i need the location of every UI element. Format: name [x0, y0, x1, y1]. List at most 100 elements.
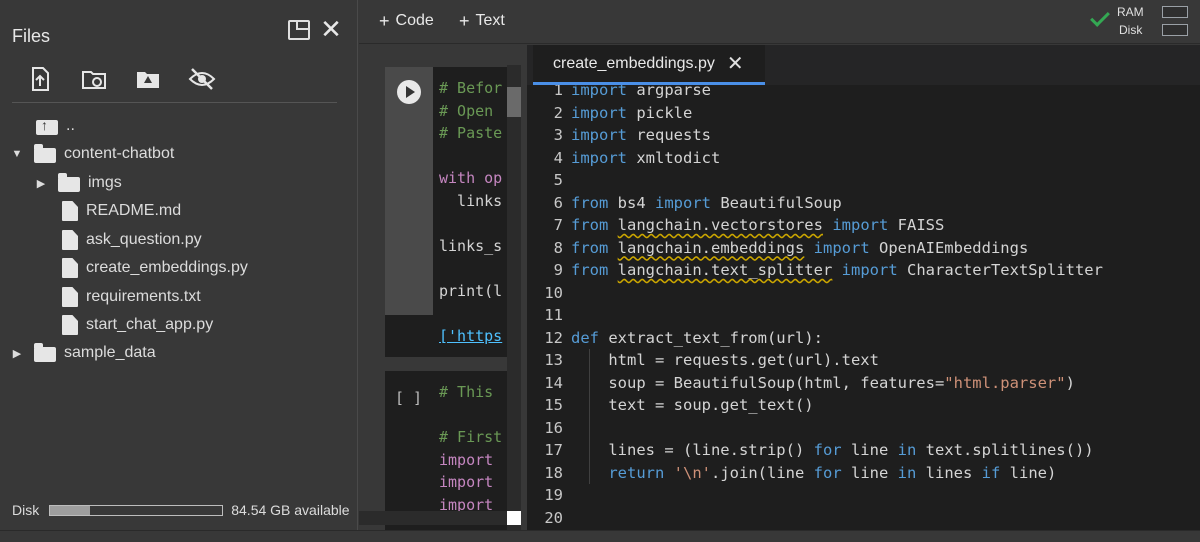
code-text[interactable]: import argparse [571, 85, 711, 102]
connected-check-icon[interactable] [1090, 7, 1110, 27]
tree-item-parent[interactable]: .. [12, 112, 75, 140]
hide-files-button[interactable] [188, 64, 242, 94]
output-link[interactable]: ['https [439, 327, 502, 345]
hide-files-icon [188, 68, 216, 90]
code-text[interactable]: import xmltodict [571, 147, 720, 170]
tree-item-imgs[interactable]: ▶ imgs [34, 169, 122, 197]
disk-resource-bar[interactable] [1162, 24, 1188, 36]
add-code-label: Code [395, 12, 434, 29]
cell-code[interactable]: # Befor # Open # Paste with op links lin… [439, 77, 502, 302]
line-number: 1 [553, 85, 563, 99]
code-text[interactable]: return '\n'.join(line for line in lines … [571, 462, 1056, 485]
code-line[interactable]: 9 from langchain.text_splitter import Cha… [527, 259, 1200, 282]
code-text[interactable]: from langchain.vectorstores import FAISS [571, 214, 944, 237]
run-cell-icon[interactable] [397, 80, 421, 104]
file-icon [62, 315, 78, 335]
code-text[interactable]: import requests [571, 124, 711, 147]
line-number: 14 [544, 373, 563, 392]
line-number: 9 [553, 261, 563, 279]
file-icon [62, 201, 78, 221]
add-text-button[interactable]: + Text [459, 12, 505, 30]
code-line[interactable]: 19 [527, 484, 1200, 507]
code-line[interactable]: 1 import argparse [527, 85, 1200, 102]
editor-tab[interactable]: create_embeddings.py ✕ [533, 45, 765, 85]
line-number: 20 [544, 508, 563, 527]
code-cell[interactable]: # Befor # Open # Paste with op links lin… [385, 67, 509, 357]
mount-drive-button[interactable] [134, 64, 188, 94]
close-tab-icon[interactable]: ✕ [727, 51, 744, 76]
plus-icon: + [379, 11, 390, 31]
line-number: 16 [544, 418, 563, 437]
line-number: 5 [553, 171, 563, 189]
add-code-button[interactable]: + Code [379, 12, 434, 30]
execution-count: [ ] [395, 389, 423, 407]
caret-right-icon[interactable]: ▶ [10, 347, 24, 360]
line-number: 6 [553, 193, 563, 212]
upload-file-button[interactable] [26, 64, 80, 94]
ram-label: RAM [1117, 5, 1144, 19]
notebook-scrollbar[interactable] [507, 65, 521, 530]
code-text[interactable]: from langchain.embeddings import OpenAIE… [571, 237, 1028, 260]
code-line[interactable]: 10 [527, 282, 1200, 305]
tree-item-label: README.md [86, 202, 182, 219]
line-number: 10 [544, 283, 563, 302]
code-editor[interactable]: 1 import argparse 2 import pickle 3 import re… [527, 85, 1200, 530]
code-text[interactable]: text = soup.get_text() [571, 394, 813, 417]
code-text[interactable]: html = requests.get(url).text [571, 349, 879, 372]
code-line[interactable]: 17 lines = (line.strip() for line in tex… [527, 439, 1200, 462]
code-line[interactable]: 15 text = soup.get_text() [527, 394, 1200, 417]
code-text[interactable]: lines = (line.strip() for line in text.s… [571, 439, 1093, 462]
caret-right-icon[interactable]: ▶ [34, 177, 48, 190]
notebook-cells: # Befor # Open # Paste with op links lin… [359, 45, 521, 530]
notebook-horizontal-scrollbar[interactable] [359, 511, 507, 525]
code-text[interactable]: def extract_text_from(url): [571, 327, 823, 350]
file-icon [62, 230, 78, 250]
code-line[interactable]: 14 soup = BeautifulSoup(html, features="… [527, 372, 1200, 395]
code-line[interactable]: 5 [527, 169, 1200, 192]
ram-usage-bar[interactable] [1162, 6, 1188, 18]
sidebar-divider [12, 102, 337, 103]
tree-item-readme[interactable]: README.md [34, 197, 181, 225]
line-number: 8 [553, 238, 563, 257]
scrollbar-thumb[interactable] [507, 87, 521, 117]
code-line[interactable]: 7 from langchain.vectorstores import FAIS… [527, 214, 1200, 237]
code-text[interactable]: from langchain.text_splitter import Char… [571, 259, 1103, 282]
code-text[interactable]: soup = BeautifulSoup(html, features="htm… [571, 372, 1075, 395]
caret-down-icon[interactable]: ▼ [10, 148, 24, 160]
tree-item-label: create_embeddings.py [86, 259, 248, 276]
tree-item-create-embeddings[interactable]: create_embeddings.py [34, 254, 248, 282]
code-line[interactable]: 12 def extract_text_from(url): [527, 327, 1200, 350]
code-text[interactable]: import pickle [571, 102, 692, 125]
line-number: 11 [544, 306, 563, 324]
disk-usage-bar [49, 504, 224, 516]
tree-item-start-chat-app[interactable]: start_chat_app.py [34, 311, 213, 339]
refresh-button[interactable] [80, 64, 134, 94]
line-number: 17 [544, 441, 563, 459]
line-number: 18 [544, 463, 563, 482]
code-line[interactable]: 11 [527, 304, 1200, 327]
tree-item-content-chatbot[interactable]: ▼ content-chatbot [10, 140, 174, 168]
tree-item-ask-question[interactable]: ask_question.py [34, 226, 202, 254]
cell-code[interactable]: # This # First import import import [439, 381, 502, 516]
code-cell[interactable]: [ ] # This # First import import import [385, 371, 509, 530]
popout-icon[interactable] [288, 20, 310, 40]
code-line[interactable]: 20 [527, 507, 1200, 530]
code-line[interactable]: 4 import xmltodict [527, 147, 1200, 170]
code-text[interactable]: from bs4 import BeautifulSoup [571, 192, 842, 215]
cell-output: ['https [439, 325, 502, 348]
disk-resource-label: Disk [1119, 23, 1143, 37]
tree-item-requirements[interactable]: requirements.txt [34, 283, 201, 311]
code-line[interactable]: 8 from langchain.embeddings import OpenAI… [527, 237, 1200, 260]
close-panel-icon[interactable]: ✕ [320, 16, 342, 42]
code-line[interactable]: 6 from bs4 import BeautifulSoup [527, 192, 1200, 215]
code-line[interactable]: 2 import pickle [527, 102, 1200, 125]
code-line[interactable]: 16 [527, 417, 1200, 440]
code-line[interactable]: 18 return '\n'.join(line for line in lin… [527, 462, 1200, 485]
folder-icon [34, 343, 56, 362]
cell-gutter [385, 67, 433, 315]
tree-item-sample-data[interactable]: ▶ sample_data [10, 339, 156, 367]
code-line[interactable]: 3 import requests [527, 124, 1200, 147]
notebook-toolbar: + Code + Text RAM Disk [359, 0, 1200, 44]
code-line[interactable]: 13 html = requests.get(url).text [527, 349, 1200, 372]
line-number: 15 [544, 396, 563, 414]
